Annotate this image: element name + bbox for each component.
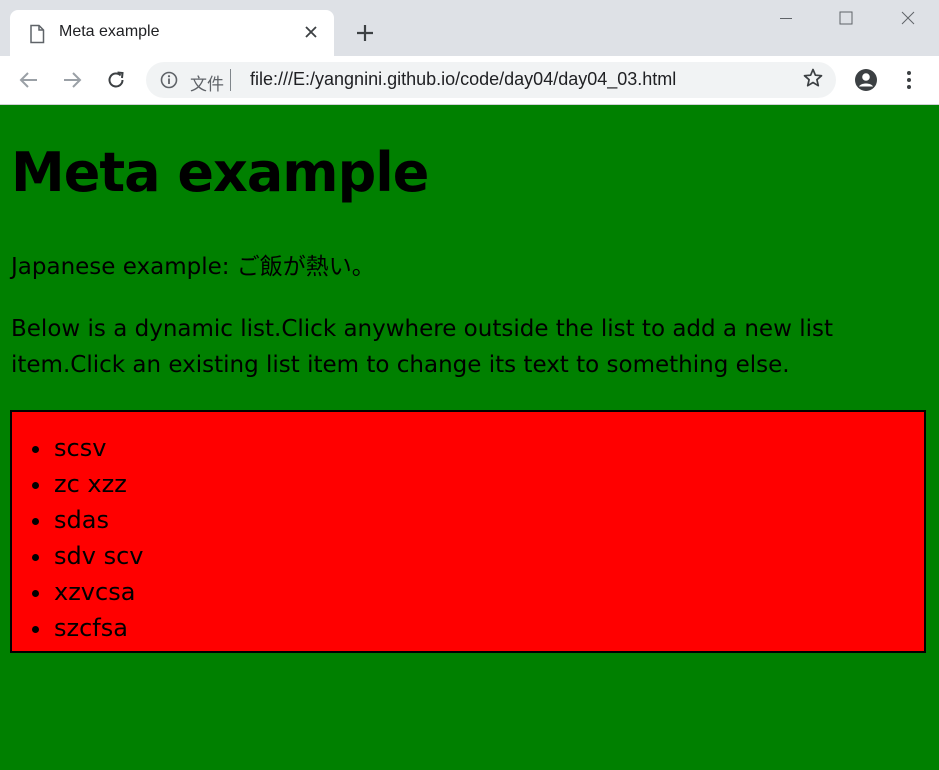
tab-title: Meta example [59,23,160,40]
browser-toolbar: 文件 file:///E:/yangnini.github.io/code/da… [0,56,939,105]
close-window-button[interactable] [885,0,931,36]
tab-strip: Meta example [0,0,939,56]
minimize-button[interactable] [763,0,809,36]
bookmark-star-icon[interactable] [802,67,824,95]
forward-button[interactable] [58,66,86,94]
reload-button[interactable] [102,66,130,94]
profile-avatar-icon[interactable] [852,66,880,94]
list-item[interactable]: zc xzz [53,466,924,502]
list-item[interactable]: scsv [53,430,924,466]
instructions-text: Below is a dynamic list.Click anywhere o… [11,316,833,378]
url-text[interactable]: file:///E:/yangnini.github.io/code/day04… [250,69,676,90]
file-scheme-label: 文件 [190,75,224,94]
list-item[interactable]: sdv scv [53,538,924,574]
active-tab[interactable]: Meta example [10,10,334,56]
list-item[interactable]: xzvcsa [53,574,924,610]
list-item[interactable]: sdas [53,502,924,538]
address-bar[interactable]: 文件 file:///E:/yangnini.github.io/code/da… [146,62,836,98]
browser-window: Meta example 文件 file:///E:/yangnini.gith… [0,0,939,770]
maximize-button[interactable] [823,0,869,36]
list-item[interactable]: szcfsa [53,610,924,646]
address-separator [230,69,231,91]
dynamic-list-items: scsv zc xzz sdas sdv scv xzvcsa szcfsa [12,412,924,646]
new-tab-button[interactable] [352,20,378,46]
page-heading: Meta example [11,141,429,204]
document-icon [30,24,45,44]
page-viewport[interactable]: Meta example Japanese example: ご飯が熱い。 Be… [0,105,939,770]
close-tab-icon[interactable] [300,21,322,43]
japanese-example-text: Japanese example: ご飯が熱い。 [11,254,375,280]
info-icon[interactable] [160,71,178,89]
kebab-menu-icon[interactable] [895,66,923,94]
back-button[interactable] [15,66,43,94]
dynamic-list: scsv zc xzz sdas sdv scv xzvcsa szcfsa [10,410,926,653]
